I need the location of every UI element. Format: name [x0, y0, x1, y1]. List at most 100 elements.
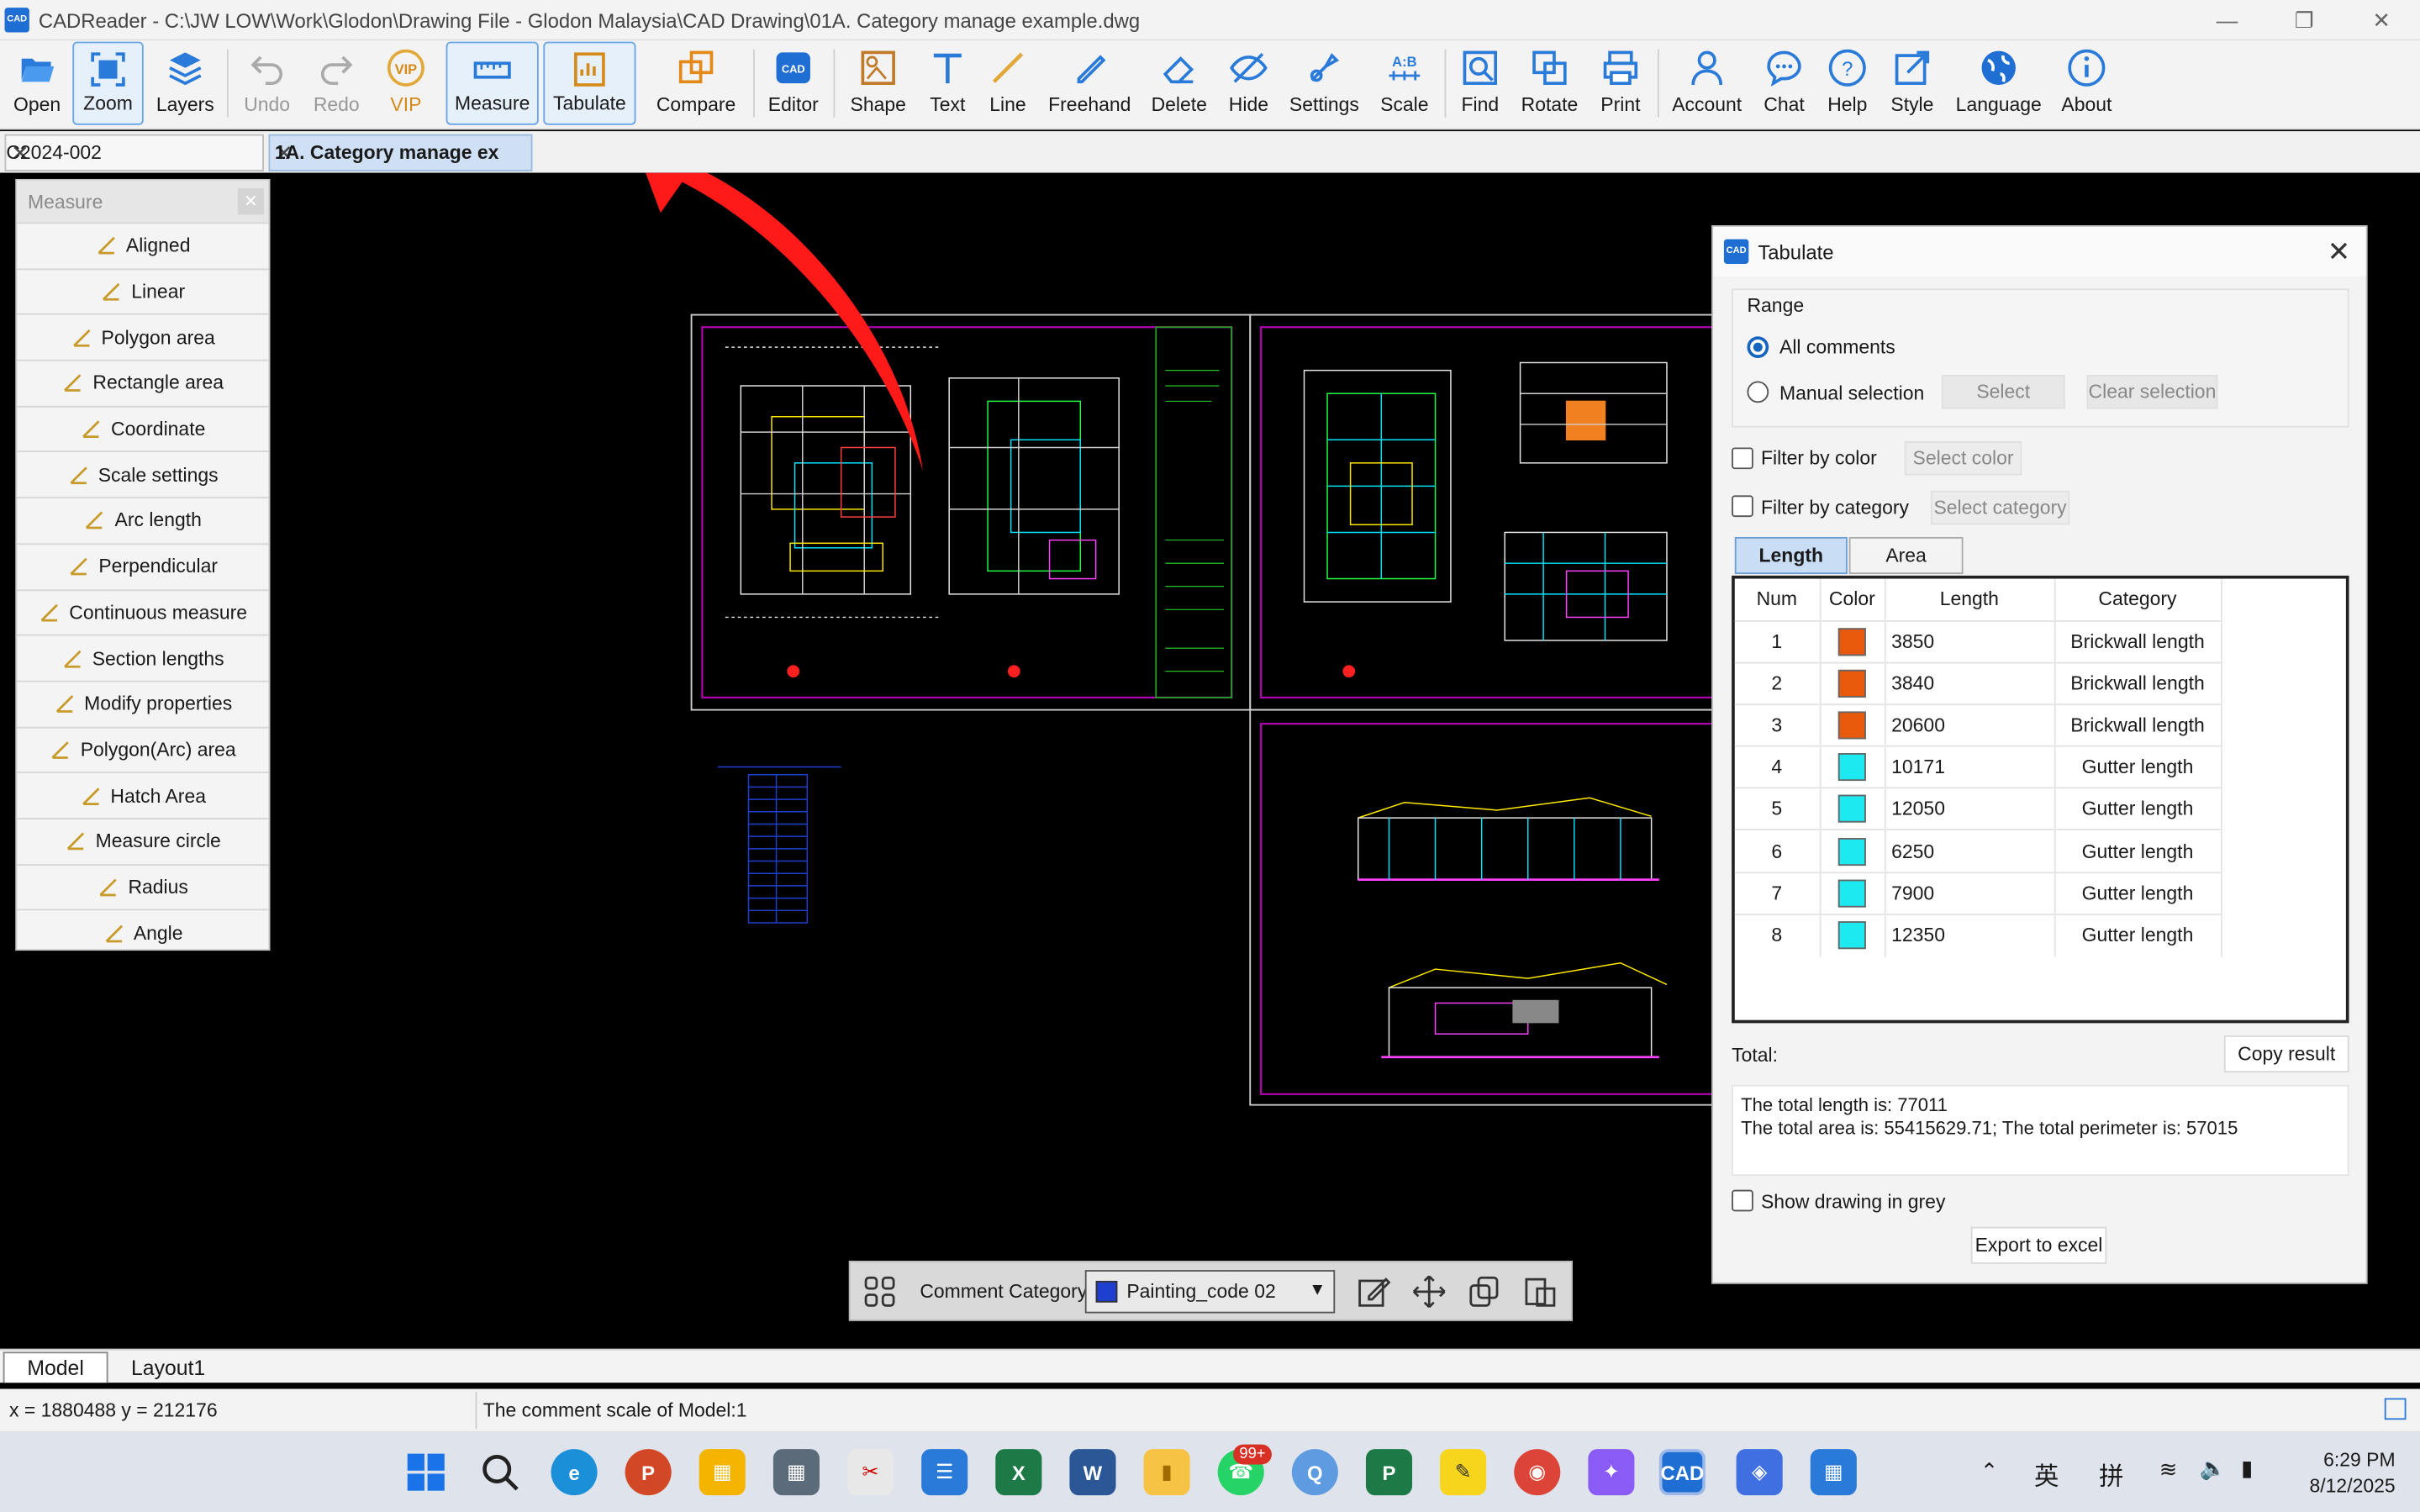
table-row[interactable]: 8 12350 Gutter length	[1734, 913, 2222, 956]
measure-item-polygon-arc-area[interactable]: Polygon(Arc) area	[17, 725, 269, 772]
sticky-notes-icon[interactable]: ✎	[1440, 1449, 1487, 1496]
style-button[interactable]: Style	[1886, 42, 1938, 125]
table-row[interactable]: 2 3840 Brickwall length	[1734, 661, 2222, 704]
table-row[interactable]: 4 10171 Gutter length	[1734, 745, 2222, 788]
search-icon[interactable]	[477, 1449, 523, 1495]
all-comments-radio[interactable]	[1747, 336, 1769, 358]
layers-button[interactable]: Layers	[151, 42, 219, 125]
redo-button[interactable]: Redo	[306, 42, 367, 125]
tab-category-manage[interactable]: 1A. Category manage ex ✕	[268, 134, 533, 171]
restore-icon[interactable]: ❐	[2265, 0, 2343, 40]
measure-button[interactable]: Measure	[446, 41, 539, 125]
measure-item-continuous-measure[interactable]: Continuous measure	[17, 588, 269, 635]
find-button[interactable]: Find	[1454, 42, 1506, 125]
chrome-icon[interactable]: ◉	[1514, 1449, 1561, 1496]
table-row[interactable]: 6 6250 Gutter length	[1734, 829, 2222, 872]
measure-item-linear[interactable]: Linear	[17, 267, 269, 314]
tabulate-button[interactable]: Tabulate	[543, 41, 636, 125]
store-icon[interactable]: ▦	[699, 1449, 746, 1496]
table-row[interactable]: 5 12050 Gutter length	[1734, 787, 2222, 830]
measure-item-radius[interactable]: Radius	[17, 863, 269, 910]
edit-icon[interactable]	[1357, 1275, 1391, 1309]
freehand-button[interactable]: Freehand	[1043, 42, 1136, 125]
line-button[interactable]: Line	[982, 42, 1034, 125]
chat-button[interactable]: Chat	[1756, 42, 1811, 125]
powerpoint-icon[interactable]: P	[625, 1449, 672, 1496]
measure-item-section-lengths[interactable]: Section lengths	[17, 634, 269, 681]
hide-button[interactable]: Hide	[1220, 42, 1279, 125]
help-button[interactable]: ? Help	[1822, 42, 1874, 125]
undo-button[interactable]: Undo	[236, 42, 298, 125]
select-color-button[interactable]: Select color	[1904, 441, 2022, 476]
tab-model[interactable]: Model	[3, 1351, 108, 1383]
tab-layout1[interactable]: Layout1	[118, 1351, 219, 1383]
tab-area[interactable]: Area	[1848, 536, 1964, 575]
text-button[interactable]: Text	[920, 42, 975, 125]
delete-button[interactable]: Delete	[1145, 42, 1213, 125]
ime-pinyin[interactable]: 拼	[2099, 1455, 2123, 1492]
settings-button[interactable]: Settings	[1284, 42, 1364, 125]
copy-result-button[interactable]: Copy result	[2223, 1035, 2349, 1073]
vip-button[interactable]: VIP VIP	[378, 42, 434, 125]
measure-item-coordinate[interactable]: Coordinate	[17, 405, 269, 451]
select-button[interactable]: Select	[1941, 375, 2065, 409]
open-button[interactable]: Open	[6, 42, 67, 125]
measure-item-polygon-area[interactable]: Polygon area	[17, 313, 269, 360]
filter-color-checkbox[interactable]	[1732, 447, 1753, 470]
zoom-button[interactable]: Zoom	[72, 41, 144, 125]
manual-selection-radio[interactable]	[1747, 381, 1769, 403]
copy-icon[interactable]	[1468, 1275, 1501, 1309]
about-button[interactable]: About	[2056, 42, 2117, 125]
measure-item-modify-properties[interactable]: Modify properties	[17, 680, 269, 726]
table-row[interactable]: 7 7900 Gutter length	[1734, 871, 2222, 914]
app-blue-icon[interactable]: ◈	[1736, 1449, 1783, 1496]
chevron-up-icon[interactable]: ⌃	[1980, 1458, 1999, 1484]
minimize-icon[interactable]: —	[2189, 0, 2266, 40]
clear-selection-button[interactable]: Clear selection	[2086, 375, 2218, 409]
excel-icon[interactable]: X	[995, 1449, 1042, 1496]
grid-icon[interactable]	[864, 1276, 895, 1307]
copilot-icon[interactable]: ✦	[1588, 1449, 1635, 1496]
close-icon[interactable]: ✕	[2328, 236, 2351, 269]
project-icon[interactable]: P	[1365, 1449, 1413, 1496]
move-icon[interactable]	[1412, 1275, 1446, 1309]
ime-english[interactable]: 英	[2034, 1455, 2059, 1492]
tab-length[interactable]: Length	[1734, 536, 1848, 575]
editor-button[interactable]: CAD Editor	[762, 42, 824, 125]
compare-button[interactable]: Compare	[648, 42, 744, 125]
show-grey-checkbox[interactable]	[1732, 1189, 1753, 1212]
close-icon[interactable]: ✕	[237, 188, 264, 215]
measure-item-aligned[interactable]: Aligned	[17, 222, 269, 268]
measure-item-arc-length[interactable]: Arc length	[17, 497, 269, 543]
panel-toggle-icon[interactable]	[2384, 1398, 2407, 1420]
print-button[interactable]: Print	[1593, 42, 1648, 125]
measure-item-measure-circle[interactable]: Measure circle	[17, 818, 269, 864]
export-excel-button[interactable]: Export to excel	[1970, 1226, 2107, 1264]
battery-icon[interactable]: ▮	[2241, 1455, 2253, 1481]
shape-button[interactable]: Shape	[844, 42, 912, 125]
filter-category-checkbox[interactable]	[1732, 495, 1753, 518]
snipping-tool-icon[interactable]: ✂	[847, 1449, 894, 1496]
clock[interactable]: 6:29 PM 8/12/2025	[2291, 1447, 2396, 1499]
scale-button[interactable]: A:B Scale	[1373, 42, 1435, 125]
paste-icon[interactable]	[1523, 1275, 1557, 1309]
table-row[interactable]: 1 3850 Brickwall length	[1734, 619, 2222, 663]
wifi-icon[interactable]: ≋	[2159, 1457, 2178, 1483]
measure-item-angle[interactable]: Angle	[17, 909, 269, 956]
close-icon[interactable]: ✕	[2343, 0, 2420, 40]
word-icon[interactable]: W	[1069, 1449, 1116, 1496]
chat-app-icon[interactable]: Q	[1291, 1449, 1338, 1496]
windows-start-icon[interactable]	[403, 1449, 449, 1495]
measure-item-hatch-area[interactable]: Hatch Area	[17, 772, 269, 819]
calculator-icon[interactable]: ▦	[772, 1449, 820, 1496]
tab-c2024-002[interactable]: C2024-002 ✕	[4, 134, 264, 171]
result-text[interactable]: The total length is: 77011 The total are…	[1732, 1084, 2349, 1177]
comment-category-select[interactable]: Painting_code 02 ▼	[1084, 1270, 1336, 1314]
cadreader-taskbar-icon[interactable]: CAD	[1658, 1449, 1706, 1496]
rotate-button[interactable]: Rotate	[1517, 42, 1582, 125]
table-row[interactable]: 3 20600 Brickwall length	[1734, 703, 2222, 746]
language-button[interactable]: Language	[1954, 42, 2043, 125]
notepad-icon[interactable]: ☰	[921, 1449, 968, 1496]
measure-item-scale-settings[interactable]: Scale settings	[17, 450, 269, 498]
select-category-button[interactable]: Select category	[1930, 490, 2070, 525]
